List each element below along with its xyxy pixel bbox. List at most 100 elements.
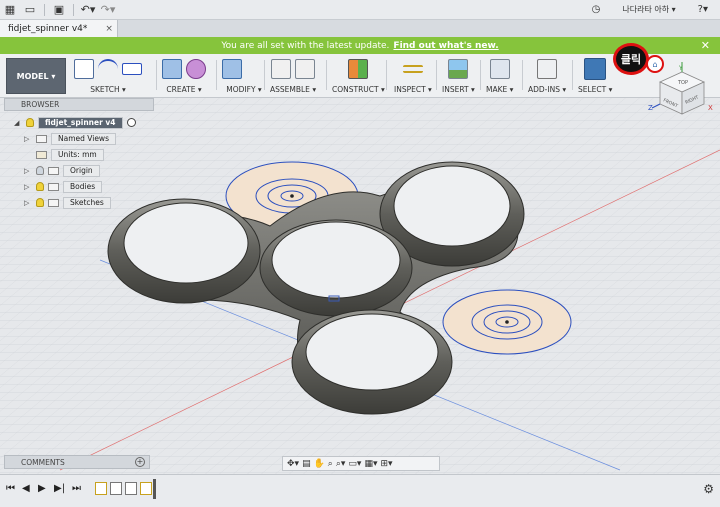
divider — [386, 60, 387, 90]
help-icon[interactable]: ?▾ — [698, 4, 708, 15]
collapse-icon[interactable]: ◢ — [14, 119, 22, 127]
close-icon[interactable]: ✕ — [701, 39, 710, 52]
tree-item-label[interactable]: Units: mm — [51, 148, 104, 161]
make-menu[interactable]: MAKE ▾ — [486, 85, 513, 94]
browser-item-origin[interactable]: ▷ Origin — [24, 164, 100, 177]
folder-icon[interactable]: ▭ — [20, 0, 40, 20]
sketch-menu[interactable]: SKETCH ▾ — [90, 85, 126, 94]
gear-icon[interactable]: ⚙ — [703, 482, 714, 496]
tree-item-label[interactable]: Origin — [63, 164, 100, 177]
tree-item-label[interactable]: Sketches — [63, 196, 111, 209]
clock-icon[interactable]: ◷ — [592, 4, 601, 15]
divider — [480, 60, 481, 90]
whats-new-link[interactable]: Find out what's new. — [393, 41, 498, 51]
new-component-icon[interactable] — [271, 59, 292, 79]
timeline-marker[interactable] — [153, 479, 156, 499]
grid-icon[interactable]: ▦ — [0, 0, 20, 20]
browser-root-row[interactable]: ◢ fidjet_spinner v4 — [14, 116, 136, 129]
timeline-feature-extrude[interactable] — [110, 482, 122, 495]
select-group[interactable]: SELECT ▾ — [578, 56, 612, 96]
construct-menu[interactable]: CONSTRUCT ▾ — [332, 85, 385, 94]
document-tab[interactable]: fidjet_spinner v4* × — [0, 20, 118, 37]
browser-item-sketches[interactable]: ▷ Sketches — [24, 196, 111, 209]
save-icon[interactable]: ▣ — [49, 0, 69, 20]
measure-icon[interactable] — [402, 65, 423, 73]
browser-root-label[interactable]: fidjet_spinner v4 — [38, 116, 123, 129]
sketch-group[interactable]: SKETCH ▾ — [74, 56, 142, 96]
construct-group[interactable]: CONSTRUCT ▾ — [332, 56, 385, 96]
timeline-feature-sketch[interactable] — [95, 482, 107, 495]
press-pull-icon[interactable] — [222, 59, 242, 79]
step-forward-icon[interactable]: ▶| — [54, 483, 65, 494]
select-icon[interactable] — [584, 58, 607, 80]
fit-icon[interactable]: ⌕▾ — [336, 459, 346, 469]
assemble-menu[interactable]: ASSEMBLE ▾ — [270, 85, 316, 94]
play-icon[interactable]: ▶ — [38, 483, 46, 494]
modify-group[interactable]: MODIFY ▾ — [222, 56, 266, 96]
expand-icon[interactable]: ▷ — [24, 199, 32, 207]
axis-y-label: Y — [678, 65, 683, 72]
user-menu[interactable]: 나다라타 아하 ▾ — [622, 4, 675, 15]
undo-icon[interactable]: ↶▾ — [78, 0, 98, 20]
browser-item-units[interactable]: Units: mm — [36, 148, 104, 161]
go-to-end-icon[interactable]: ⏭ — [72, 483, 81, 494]
activate-radio-icon[interactable] — [126, 118, 136, 127]
visibility-bulb-icon[interactable] — [26, 118, 34, 127]
grid-settings-icon[interactable]: ▦▾ — [364, 459, 377, 469]
visibility-bulb-icon[interactable] — [36, 166, 44, 175]
visibility-bulb-icon[interactable] — [36, 182, 44, 191]
timeline-feature-extrude[interactable] — [125, 482, 137, 495]
close-icon[interactable]: × — [105, 24, 113, 34]
folder-icon — [36, 134, 47, 143]
viewports-icon[interactable]: ⊞▾ — [380, 459, 392, 469]
display-settings-icon[interactable]: ▭▾ — [348, 459, 361, 469]
tree-item-label[interactable]: Bodies — [63, 180, 103, 193]
insert-group[interactable]: INSERT ▾ — [442, 56, 475, 96]
divider — [73, 3, 74, 16]
assemble-group[interactable]: ASSEMBLE ▾ — [270, 56, 316, 96]
tree-item-label[interactable]: Named Views — [51, 132, 116, 145]
3d-print-icon[interactable] — [489, 59, 510, 79]
inspect-group[interactable]: INSPECT ▾ — [394, 56, 432, 96]
sketch-profile-right[interactable] — [442, 289, 572, 355]
visibility-bulb-icon[interactable] — [36, 198, 44, 207]
comments-panel[interactable]: COMMENTS + — [4, 455, 150, 469]
inspect-menu[interactable]: INSPECT ▾ — [394, 85, 432, 94]
select-menu[interactable]: SELECT ▾ — [578, 85, 612, 94]
add-comment-icon[interactable]: + — [135, 457, 145, 467]
offset-plane-icon[interactable] — [348, 59, 369, 79]
create-sketch-icon[interactable] — [74, 59, 94, 79]
click-callout: 클릭 — [613, 43, 649, 75]
expand-icon[interactable]: ▷ — [24, 167, 32, 175]
go-to-start-icon[interactable]: ⏮ — [6, 483, 15, 494]
orbit-icon[interactable]: ✥▾ — [287, 459, 299, 469]
joint-icon[interactable] — [295, 59, 316, 79]
modify-menu[interactable]: MODIFY ▾ — [226, 85, 261, 94]
form-icon[interactable] — [186, 59, 206, 79]
add-ins-menu[interactable]: ADD-INS ▾ — [528, 85, 566, 94]
make-group[interactable]: MAKE ▾ — [486, 56, 513, 96]
workspace-switcher[interactable]: MODEL ▾ — [6, 58, 66, 94]
timeline-feature-sketch[interactable] — [140, 482, 152, 495]
create-group[interactable]: CREATE ▾ — [162, 56, 206, 96]
step-back-icon[interactable]: ◀ — [22, 483, 30, 494]
browser-header[interactable]: BROWSER — [4, 98, 154, 111]
move-icon[interactable] — [246, 59, 266, 79]
insert-menu[interactable]: INSERT ▾ — [442, 85, 475, 94]
insert-image-icon[interactable] — [448, 59, 469, 79]
expand-icon[interactable]: ▷ — [24, 135, 32, 143]
rectangle-icon[interactable] — [122, 63, 142, 75]
scripts-icon[interactable] — [537, 59, 558, 79]
home-view-button[interactable]: ⌂ — [646, 55, 664, 73]
pan-icon[interactable]: ✋ — [314, 459, 325, 469]
create-menu[interactable]: CREATE ▾ — [166, 85, 201, 94]
box-icon[interactable] — [162, 59, 182, 79]
look-at-icon[interactable]: ▤ — [302, 459, 311, 469]
expand-icon[interactable]: ▷ — [24, 183, 32, 191]
zoom-icon[interactable]: ⌕ — [328, 459, 333, 469]
redo-icon[interactable]: ↷▾ — [98, 0, 118, 20]
add-ins-group[interactable]: ADD-INS ▾ — [528, 56, 566, 96]
browser-item-named-views[interactable]: ▷ Named Views — [24, 132, 116, 145]
arc-icon[interactable] — [98, 59, 118, 79]
browser-item-bodies[interactable]: ▷ Bodies — [24, 180, 103, 193]
